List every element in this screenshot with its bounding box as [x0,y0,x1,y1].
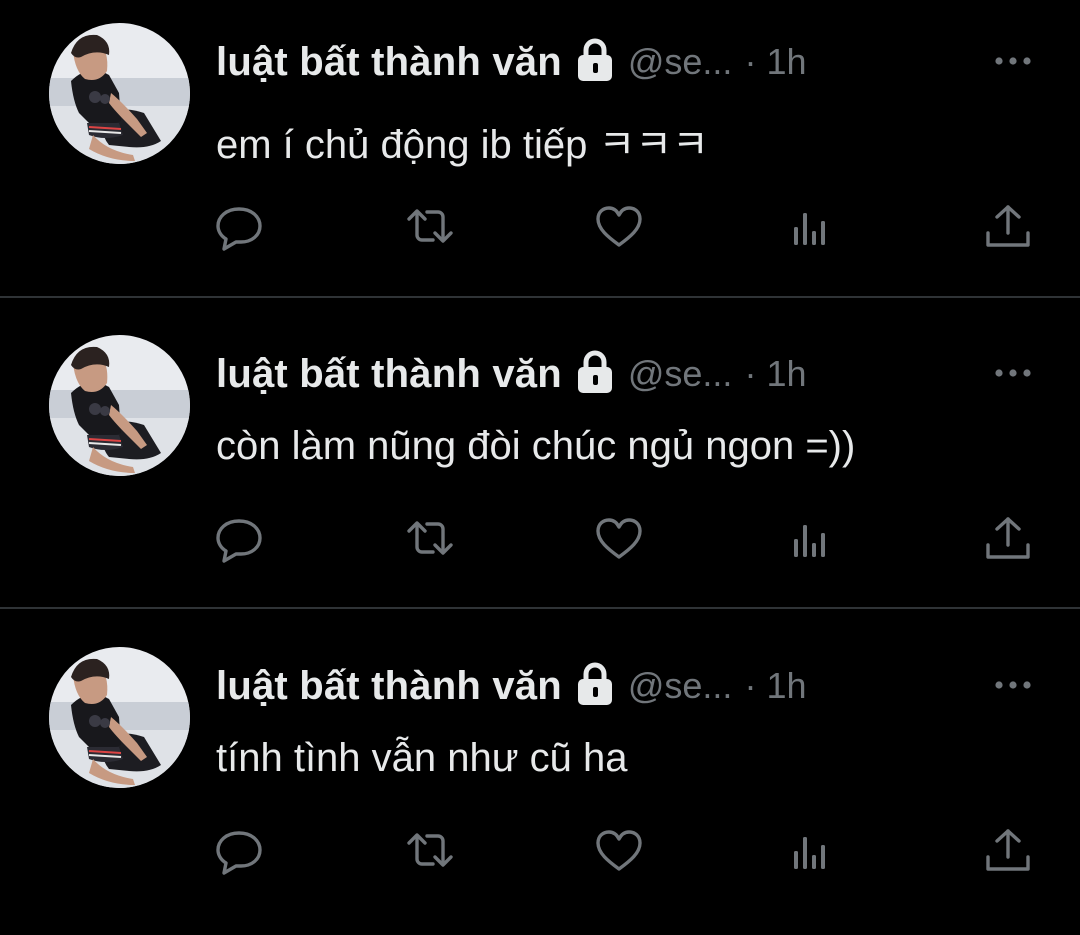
timestamp[interactable]: 1h [766,41,806,83]
handle[interactable]: @se... [628,353,733,395]
retweet-icon[interactable] [405,827,455,875]
separator-dot: · [744,665,757,706]
like-icon[interactable] [594,203,644,251]
more-icon[interactable] [993,366,1033,380]
tweet-header: luật bất thành văn @se... · 1h [216,658,806,714]
display-name[interactable]: luật bất thành văn [216,352,562,397]
like-icon[interactable] [594,827,644,875]
views-icon[interactable] [785,203,835,251]
tweet-feed: luật bất thành văn @se... · 1h em í chủ … [0,0,1080,910]
avatar[interactable] [49,647,190,788]
like-icon[interactable] [594,515,644,563]
divider [0,296,1080,298]
tweet-header: luật bất thành văn @se... · 1h [216,346,806,402]
tweet-1[interactable]: luật bất thành văn @se... · 1h em í chủ … [0,0,1080,311]
reply-icon[interactable] [214,515,264,563]
retweet-icon[interactable] [405,515,455,563]
views-icon[interactable] [785,515,835,563]
lock-icon [576,350,614,394]
display-name[interactable]: luật bất thành văn [216,664,562,709]
avatar[interactable] [49,23,190,164]
more-icon[interactable] [993,678,1033,692]
tweet-text: em í chủ động ib tiếp ㅋㅋㅋ [216,123,709,167]
retweet-icon[interactable] [405,203,455,251]
tweet-text: tính tình vẫn như cũ ha [216,736,628,780]
tweet-3[interactable]: luật bất thành văn @se... · 1h tính tình… [0,624,1080,935]
tweet-header: luật bất thành văn @se... · 1h [216,34,806,90]
share-icon[interactable] [983,203,1033,251]
more-icon[interactable] [993,54,1033,68]
reply-icon[interactable] [214,827,264,875]
share-icon[interactable] [983,515,1033,563]
reply-icon[interactable] [214,203,264,251]
handle[interactable]: @se... [628,665,733,707]
share-icon[interactable] [983,827,1033,875]
handle[interactable]: @se... [628,41,733,83]
avatar[interactable] [49,335,190,476]
tweet-2[interactable]: luật bất thành văn @se... · 1h còn làm n… [0,312,1080,623]
display-name[interactable]: luật bất thành văn [216,40,562,85]
timestamp[interactable]: 1h [766,665,806,707]
divider [0,607,1080,609]
timestamp[interactable]: 1h [766,353,806,395]
separator-dot: · [744,41,757,82]
views-icon[interactable] [785,827,835,875]
separator-dot: · [744,353,757,394]
tweet-text: còn làm nũng đòi chúc ngủ ngon =)) [216,424,856,468]
lock-icon [576,662,614,706]
lock-icon [576,38,614,82]
